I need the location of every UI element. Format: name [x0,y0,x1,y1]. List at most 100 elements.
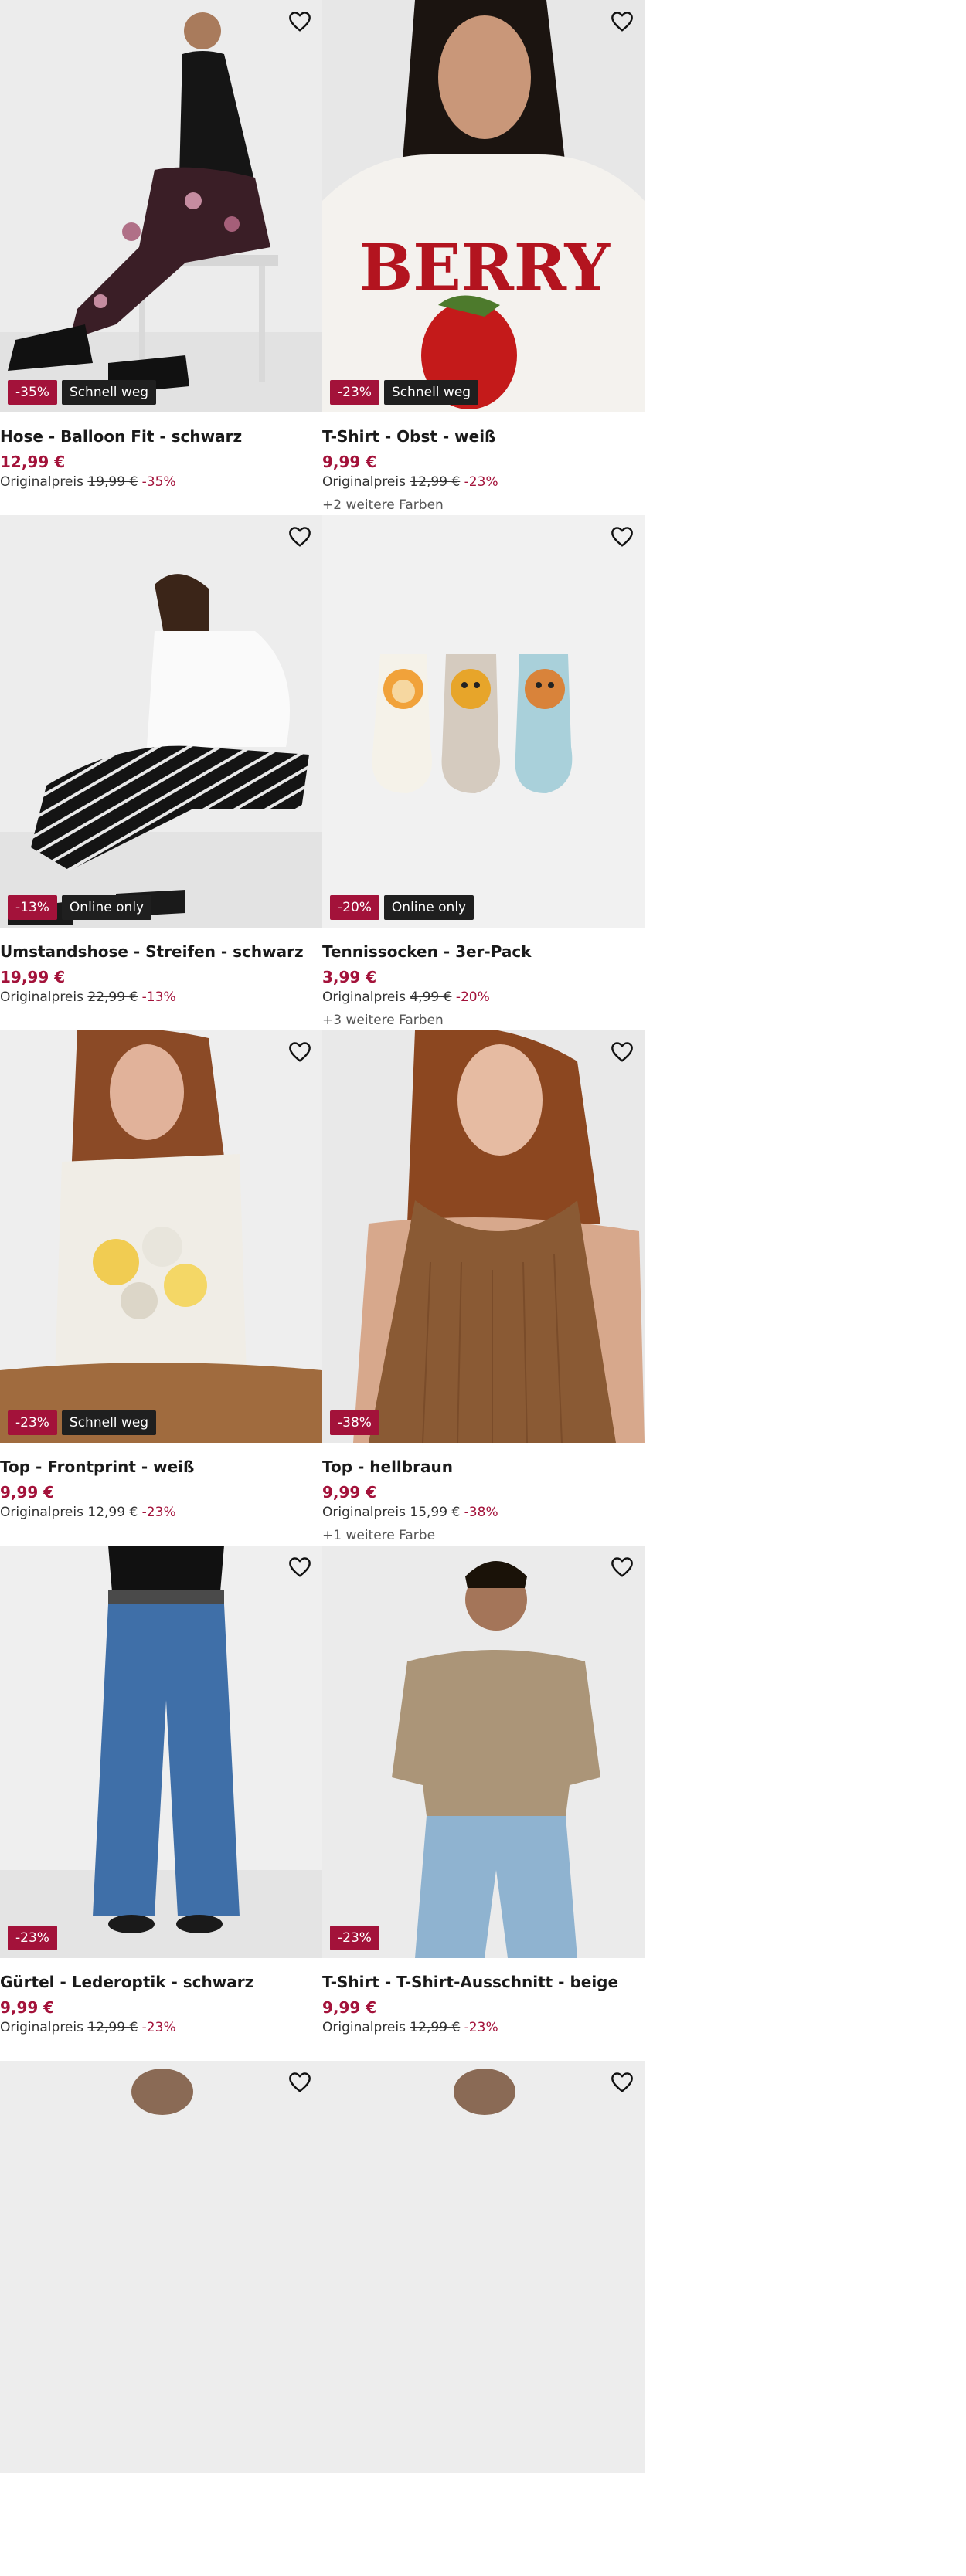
discount-badge: -23% [330,1926,379,1950]
original-price-value: 15,99 € [410,1505,461,1520]
original-price-value: 22,99 € [87,989,138,1005]
product-price: 9,99 € [322,1998,377,2017]
heart-icon[interactable] [287,1040,313,1064]
badge-row: -38% [330,1410,379,1435]
product-info: Gürtel - Lederoptik - schwarz 9,99 € Ori… [0,1958,322,2036]
badge-row: -23% Schnell weg [8,1410,157,1435]
product-name[interactable]: T-Shirt - T-Shirt-Ausschnitt - beige [322,1972,645,1992]
original-price-label: Originalpreis [0,1505,83,1520]
product-card-10[interactable]: Originalpreis [322,2061,645,2576]
product-name[interactable]: Gürtel - Lederoptik - schwarz [0,1972,322,1992]
badge-row: -23% [330,1926,379,1950]
product-price: 9,99 € [0,1998,55,2017]
promo-badge: Schnell weg [61,380,157,405]
discount-badge: -23% [330,380,379,405]
heart-icon[interactable] [609,1555,635,1580]
product-name[interactable]: T-Shirt - Obst - weiß [322,426,645,446]
product-image[interactable] [322,2061,645,2473]
discount-percent: -13% [141,989,176,1005]
more-colors-link[interactable]: +3 weitere Farben [322,1012,645,1029]
product-image[interactable]: BERRY -23% Schnell weg [322,0,645,412]
product-info: Hose - Balloon Fit - schwarz 12,99 € Ori… [0,412,322,490]
product-info: T-Shirt - Obst - weiß 9,99 € Originalpre… [322,412,645,514]
product-photo [322,1546,645,1958]
product-name[interactable]: Top - hellbraun [322,1457,645,1477]
product-image[interactable]: -35% Schnell weg [0,0,322,412]
product-image[interactable]: -13% Online only [0,515,322,928]
product-card-5[interactable]: -23% Schnell weg Top - Frontprint - weiß … [0,1030,322,1546]
heart-icon[interactable] [287,1555,313,1580]
product-price: 9,99 € [0,1483,55,1502]
original-price-label: Originalpreis [0,474,83,490]
heart-icon[interactable] [287,2070,313,2095]
original-price: Originalpreis 15,99 € -38% [322,1504,645,1521]
product-info: Tennissocken - 3er-Pack 3,99 € Originalp… [322,928,645,1029]
heart-icon[interactable] [609,2070,635,2095]
discount-badge: -23% [8,1926,57,1950]
product-price: 9,99 € [322,453,377,471]
discount-percent: -23% [464,2020,498,2035]
product-photo [322,2061,645,2473]
discount-badge: -23% [8,1410,57,1435]
product-card-4[interactable]: -20% Online only Tennissocken - 3er-Pack … [322,515,645,1030]
heart-icon[interactable] [609,1040,635,1064]
product-card-2[interactable]: BERRY -23% Schnell weg T-Shirt - Obst - w… [322,0,645,515]
product-photo [322,1030,645,1443]
product-card-7[interactable]: -23% Gürtel - Lederoptik - schwarz 9,99 … [0,1546,322,2061]
heart-icon[interactable] [609,9,635,34]
product-name[interactable]: Hose - Balloon Fit - schwarz [0,426,322,446]
product-card-9[interactable]: Originalpreis [0,2061,322,2576]
product-image[interactable] [0,2061,322,2473]
original-price-value: 12,99 € [87,1505,138,1520]
product-price: 9,99 € [322,1483,377,1502]
product-image[interactable]: -23% [0,1546,322,1958]
more-colors-link[interactable]: +1 weitere Farbe [322,1527,645,1544]
product-info: Top - Frontprint - weiß 9,99 € Originalp… [0,1443,322,1521]
product-image[interactable]: -20% Online only [322,515,645,928]
discount-badge: -35% [8,380,57,405]
more-colors-link[interactable]: +2 weitere Farben [322,497,645,514]
product-image[interactable]: -23% Schnell weg [0,1030,322,1443]
badge-row: -20% Online only [330,895,474,920]
product-card-6[interactable]: -38% Top - hellbraun 9,99 € Originalprei… [322,1030,645,1546]
heart-icon[interactable] [609,524,635,549]
badge-row: -13% Online only [8,895,152,920]
discount-percent: -23% [141,2020,176,2035]
original-price-label: Originalpreis [0,2020,83,2035]
discount-badge: -20% [330,895,379,920]
promo-badge: Schnell weg [61,1410,157,1435]
original-price: Originalpreis 4,99 € -20% [322,989,645,1006]
original-price-label: Originalpreis [322,2020,406,2035]
product-price: 3,99 € [322,968,377,986]
product-image[interactable]: -23% [322,1546,645,1958]
product-name[interactable]: Top - Frontprint - weiß [0,1457,322,1477]
product-card-1[interactable]: -35% Schnell weg Hose - Balloon Fit - sch… [0,0,322,515]
original-price-value: 12,99 € [410,474,461,490]
promo-badge: Online only [383,895,474,920]
product-name[interactable]: Umstandshose - Streifen - schwarz [0,942,322,962]
heart-icon[interactable] [287,9,313,34]
original-price: Originalpreis 12,99 € -23% [0,1504,322,1521]
product-name[interactable]: Tennissocken - 3er-Pack [322,942,645,962]
badge-row: -23% Schnell weg [330,380,479,405]
product-info: T-Shirt - T-Shirt-Ausschnitt - beige 9,9… [322,1958,645,2036]
product-photo [0,0,322,412]
product-card-8[interactable]: -23% T-Shirt - T-Shirt-Ausschnitt - beig… [322,1546,645,2061]
original-price: Originalpreis 12,99 € -23% [322,473,645,490]
discount-badge: -13% [8,895,57,920]
discount-percent: -38% [464,1505,498,1520]
svg-text:BERRY: BERRY [359,231,611,305]
promo-badge: Online only [61,895,152,920]
product-photo: BERRY [322,0,645,412]
heart-icon[interactable] [287,524,313,549]
original-price-value: 4,99 € [410,989,452,1005]
discount-percent: -35% [141,474,176,490]
product-image[interactable]: -38% [322,1030,645,1443]
original-price: Originalpreis 19,99 € -35% [0,473,322,490]
product-card-3[interactable]: -13% Online only Umstandshose - Streifen … [0,515,322,1030]
discount-percent: -23% [464,474,498,490]
original-price: Originalpreis 22,99 € -13% [0,989,322,1006]
original-price-value: 12,99 € [410,2020,461,2035]
original-price: Originalpreis 12,99 € -23% [322,2019,645,2036]
original-price-value: 12,99 € [87,2020,138,2035]
